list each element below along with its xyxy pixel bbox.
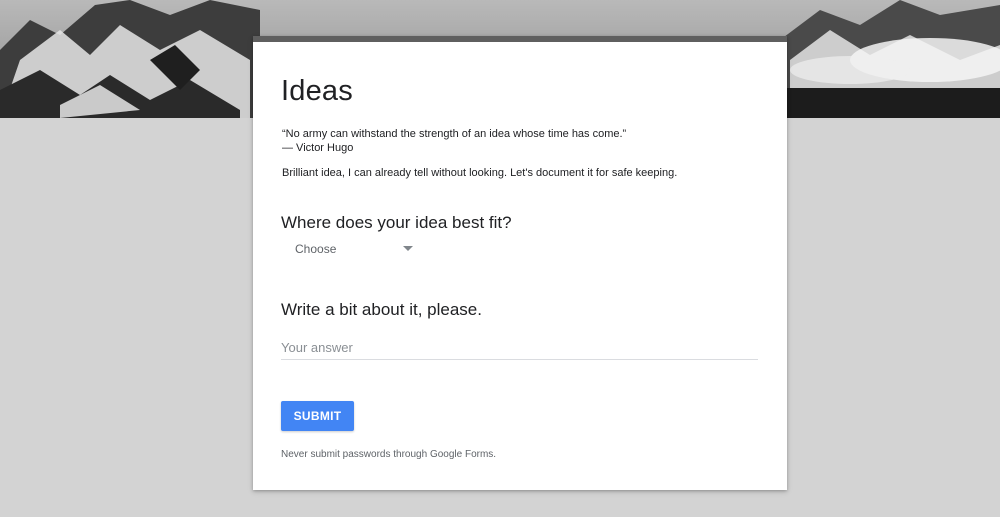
form-quote: “No army can withstand the strength of a… [282, 127, 626, 155]
form-title: Ideas [281, 75, 353, 107]
question-title-idea-fit: Where does your idea best fit? [281, 213, 512, 232]
question-title-write-about: Write a bit about it, please. [281, 300, 482, 319]
answer-input[interactable] [281, 335, 758, 360]
submit-button[interactable]: SUBMIT [281, 401, 354, 431]
caret-down-icon [403, 246, 413, 251]
dropdown-selected-value: Choose [295, 242, 337, 256]
form-card: Ideas “No army can withstand the strengt… [253, 36, 787, 490]
quote-author: — Victor Hugo [282, 142, 354, 154]
password-warning: Never submit passwords through Google Fo… [281, 449, 497, 460]
form-description: Brilliant idea, I can already tell witho… [282, 167, 678, 179]
quote-text: “No army can withstand the strength of a… [282, 128, 627, 140]
idea-fit-dropdown[interactable]: Choose [281, 239, 413, 267]
